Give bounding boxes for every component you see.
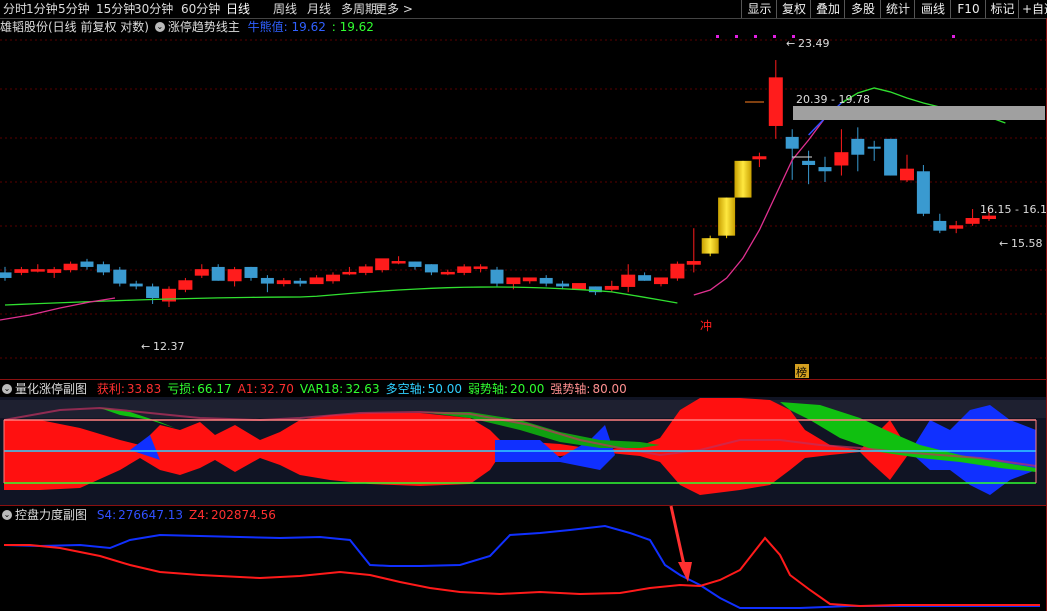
signal-dot <box>773 35 776 38</box>
candle <box>326 274 340 282</box>
candle <box>834 152 849 166</box>
candle <box>734 160 752 198</box>
signal-dot <box>952 35 955 38</box>
candle <box>982 215 996 220</box>
candle <box>80 261 94 267</box>
candle <box>227 269 242 282</box>
candle <box>851 138 865 155</box>
chart-canvas[interactable]: ← 23.4920.39 - 19.7816.15 - 16.11← 15.58← 1… <box>0 0 1047 611</box>
candle <box>260 277 274 284</box>
price-label: 16.15 - 16.11 <box>980 203 1047 216</box>
candle <box>293 280 307 284</box>
candle <box>686 261 701 265</box>
candle <box>522 277 537 282</box>
candle <box>440 271 455 275</box>
trend-line-pink-rising <box>693 117 826 296</box>
candle <box>146 286 160 299</box>
candle <box>63 263 78 271</box>
candle <box>424 264 438 273</box>
candle <box>718 197 736 236</box>
candle <box>276 280 291 285</box>
candle <box>194 269 209 276</box>
signal-dot <box>735 35 738 38</box>
candle <box>408 261 422 267</box>
price-label: 23.49 <box>798 37 830 50</box>
candle <box>654 277 668 285</box>
candle <box>572 283 586 290</box>
panel2-band <box>0 400 1046 418</box>
candle <box>342 271 357 275</box>
candle <box>900 168 914 181</box>
arrow-glyph: ← <box>999 237 1008 250</box>
candle <box>768 77 783 126</box>
annotation-arrow <box>669 505 686 566</box>
candle <box>752 156 767 160</box>
candle <box>670 263 685 279</box>
candle <box>785 136 799 149</box>
candle <box>473 266 488 269</box>
candle <box>916 171 930 214</box>
candle <box>457 266 472 273</box>
candle <box>96 264 110 273</box>
candle <box>113 269 127 284</box>
trend-line-pink <box>0 297 116 321</box>
candle <box>47 269 62 273</box>
candle <box>638 275 652 281</box>
candle <box>506 277 521 285</box>
candle <box>604 285 619 290</box>
candle <box>391 261 406 264</box>
candle <box>309 277 324 285</box>
price-label: 20.39 - 19.78 <box>796 93 870 106</box>
candle <box>539 277 553 284</box>
series-s4-line <box>3 524 1040 609</box>
candle <box>701 238 719 254</box>
candle <box>867 146 881 149</box>
price-label: 12.37 <box>153 340 185 353</box>
candle <box>0 272 12 278</box>
candle <box>14 269 29 273</box>
price-label: 15.58 <box>1011 237 1043 250</box>
candle <box>556 283 570 287</box>
candle <box>490 269 504 284</box>
candle <box>129 283 143 287</box>
candle <box>949 225 964 229</box>
candle <box>358 266 373 273</box>
marker-bang: 榜 <box>796 365 807 379</box>
candle <box>211 266 225 281</box>
candle <box>30 269 45 272</box>
trend-line-green <box>4 286 678 306</box>
candle <box>965 218 980 224</box>
resistance-band <box>793 106 1045 120</box>
arrow-glyph: ← <box>141 340 150 353</box>
candle <box>178 280 193 290</box>
candle <box>375 258 390 271</box>
candle <box>802 160 816 165</box>
arrow-glyph: ← <box>786 37 795 50</box>
candle <box>621 274 636 287</box>
marker-chong: 冲 <box>700 318 712 333</box>
candle <box>818 167 832 172</box>
candle <box>933 220 947 231</box>
candle <box>884 138 898 176</box>
series-z4-line <box>4 536 1040 608</box>
candle <box>244 266 258 278</box>
signal-dot <box>754 35 757 38</box>
signal-dot <box>716 35 719 38</box>
